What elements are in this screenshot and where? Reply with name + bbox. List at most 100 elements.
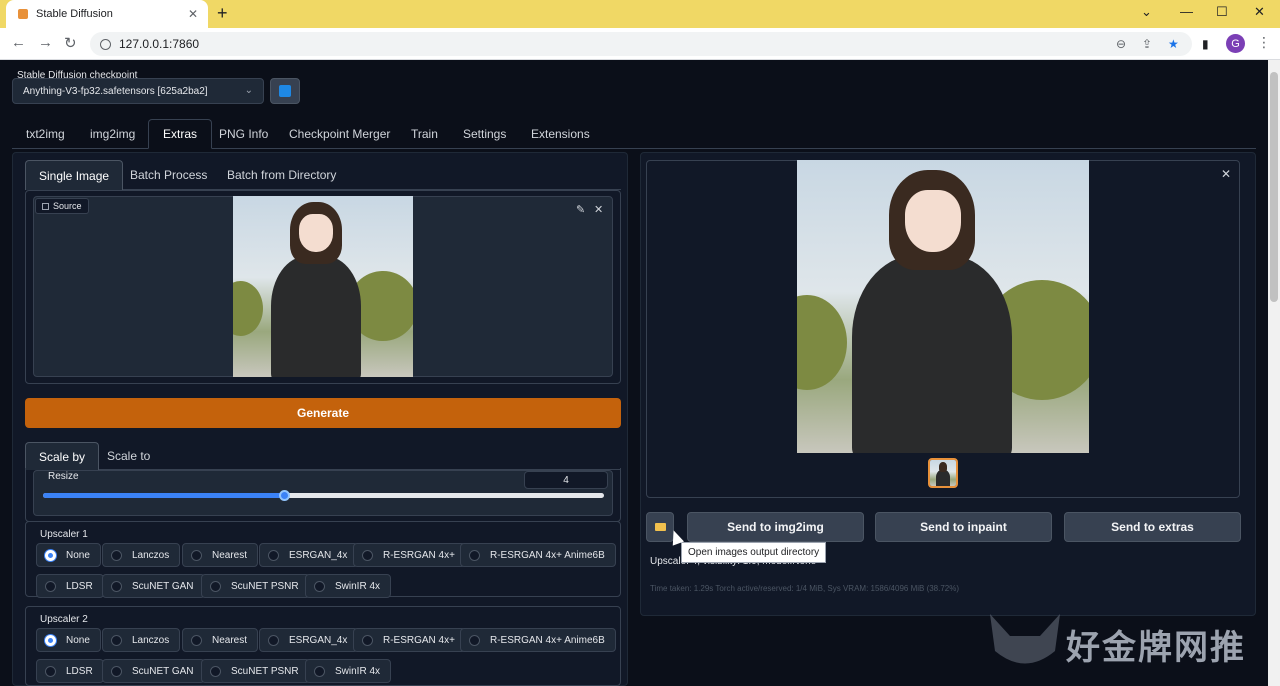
- tab-search-icon[interactable]: ⌄: [1141, 4, 1152, 20]
- tab-extras[interactable]: Extras: [148, 119, 213, 149]
- close-tab-icon[interactable]: ✕: [188, 7, 198, 21]
- upscaler-1-option[interactable]: None: [36, 543, 101, 567]
- radio-icon: [268, 549, 279, 561]
- tab-checkpoint-merger[interactable]: Checkpoint Merger: [275, 119, 404, 149]
- tab-batch-process[interactable]: Batch Process: [117, 160, 220, 190]
- checkpoint-select[interactable]: Anything-V3-fp32.safetensors [625a2ba2] …: [12, 78, 264, 104]
- checkpoint-value: Anything-V3-fp32.safetensors [625a2ba2]: [23, 85, 208, 97]
- tab-png-info[interactable]: PNG Info: [205, 119, 282, 149]
- maximize-icon[interactable]: ☐: [1216, 4, 1228, 20]
- scale-tabs: Scale by Scale to: [25, 442, 621, 470]
- upscaler-2-option[interactable]: Nearest: [182, 628, 259, 652]
- upscaler-1-option[interactable]: R-ESRGAN 4x+: [353, 543, 466, 567]
- side-panel-icon[interactable]: ▮: [1202, 37, 1209, 51]
- send-to-img2img-button[interactable]: Send to img2img: [687, 512, 864, 542]
- radio-icon: [111, 665, 122, 677]
- source-label: Source: [35, 198, 89, 214]
- new-tab-icon[interactable]: +: [217, 3, 228, 24]
- upscaler-2-option[interactable]: None: [36, 628, 101, 652]
- upscaler-1-option[interactable]: Nearest: [182, 543, 259, 567]
- radio-icon: [45, 580, 56, 592]
- option-label: SwinIR 4x: [335, 665, 381, 677]
- resize-number-input[interactable]: 4: [524, 471, 608, 489]
- upscaler-2-option[interactable]: SwinIR 4x: [305, 659, 392, 683]
- image-icon: [42, 202, 49, 210]
- folder-icon: [654, 523, 666, 531]
- option-label: ESRGAN_4x: [289, 549, 348, 561]
- browser-tab[interactable]: Stable Diffusion ✕: [6, 0, 208, 28]
- close-window-icon[interactable]: ✕: [1254, 4, 1265, 20]
- tab-batch-from-directory[interactable]: Batch from Directory: [214, 160, 349, 190]
- site-info-icon[interactable]: [100, 38, 111, 50]
- upscaler-1-option[interactable]: ScuNET GAN: [102, 574, 205, 598]
- send-to-extras-button[interactable]: Send to extras: [1064, 512, 1241, 542]
- option-label: SwinIR 4x: [335, 580, 381, 592]
- upscaler-2-option[interactable]: ScuNET PSNR: [201, 659, 310, 683]
- refresh-checkpoints-button[interactable]: [270, 78, 300, 104]
- generate-button[interactable]: Generate: [25, 398, 621, 428]
- main-tabs: txt2img img2img Extras PNG Info Checkpoi…: [12, 119, 1256, 149]
- upscaler-2-option[interactable]: LDSR: [36, 659, 104, 683]
- extras-sub-tabs: Single Image Batch Process Batch from Di…: [25, 160, 621, 190]
- radio-icon: [314, 580, 325, 592]
- minimize-icon[interactable]: —: [1180, 4, 1193, 19]
- upscaler-1-option[interactable]: R-ESRGAN 4x+ Anime6B: [460, 543, 616, 567]
- forward-icon[interactable]: →: [38, 34, 53, 51]
- url-input[interactable]: 127.0.0.1:7860: [90, 32, 1192, 56]
- radio-icon: [210, 665, 221, 677]
- option-label: Lanczos: [132, 634, 170, 646]
- radio-icon: [314, 665, 325, 677]
- radio-icon: [268, 634, 279, 646]
- tab-scale-by[interactable]: Scale by: [25, 442, 100, 470]
- upscaler-2-option[interactable]: R-ESRGAN 4x+: [353, 628, 466, 652]
- bookmark-star-icon[interactable]: ★: [1168, 37, 1179, 51]
- option-label: ScuNET GAN: [132, 665, 194, 677]
- option-label: LDSR: [66, 580, 93, 592]
- tab-settings[interactable]: Settings: [449, 119, 520, 149]
- close-gallery-icon[interactable]: ✕: [1221, 167, 1231, 181]
- tab-txt2img[interactable]: txt2img: [12, 119, 79, 149]
- output-thumbnail[interactable]: [928, 458, 958, 488]
- scroll-thumb[interactable]: [1270, 72, 1278, 302]
- radio-icon: [111, 634, 122, 646]
- resize-slider[interactable]: [43, 493, 604, 498]
- resize-label: Resize: [48, 471, 79, 482]
- upscaler-1-option[interactable]: SwinIR 4x: [305, 574, 392, 598]
- upscaler-1-option[interactable]: Lanczos: [102, 543, 181, 567]
- cat-logo-icon: [990, 614, 1060, 664]
- upscaler-2-label: Upscaler 2: [40, 614, 88, 625]
- upscaler-2-option[interactable]: Lanczos: [102, 628, 181, 652]
- vertical-scrollbar[interactable]: [1268, 60, 1280, 686]
- refresh-icon: [279, 85, 291, 97]
- tab-img2img[interactable]: img2img: [76, 119, 149, 149]
- radio-icon: [362, 549, 373, 561]
- option-label: ScuNET GAN: [132, 580, 194, 592]
- send-to-inpaint-button[interactable]: Send to inpaint: [875, 512, 1052, 542]
- upscaler-2-option[interactable]: R-ESRGAN 4x+ Anime6B: [460, 628, 616, 652]
- url-text: 127.0.0.1:7860: [119, 37, 200, 51]
- browser-menu-icon[interactable]: ⋮: [1257, 34, 1271, 51]
- avatar[interactable]: G: [1226, 34, 1245, 53]
- output-image[interactable]: [797, 160, 1089, 453]
- share-icon[interactable]: ⇪: [1142, 37, 1152, 51]
- tab-extensions[interactable]: Extensions: [517, 119, 604, 149]
- upscaler-1-option[interactable]: LDSR: [36, 574, 104, 598]
- tab-single-image[interactable]: Single Image: [25, 160, 124, 190]
- upscaler-1-option[interactable]: ScuNET PSNR: [201, 574, 310, 598]
- radio-icon: [45, 665, 56, 677]
- clear-image-icon[interactable]: ✕: [594, 203, 603, 216]
- back-icon[interactable]: ←: [11, 34, 26, 51]
- radio-icon: [469, 549, 480, 561]
- upscaler-2-option[interactable]: ScuNET GAN: [102, 659, 205, 683]
- radio-icon: [191, 634, 202, 646]
- reload-icon[interactable]: ↻: [64, 34, 77, 52]
- option-label: ScuNET PSNR: [231, 580, 299, 592]
- zoom-icon[interactable]: ⊖: [1116, 37, 1126, 51]
- tab-scale-to[interactable]: Scale to: [94, 442, 163, 470]
- option-label: ESRGAN_4x: [289, 634, 348, 646]
- upscaler-2-option[interactable]: ESRGAN_4x: [259, 628, 359, 652]
- option-label: Nearest: [212, 549, 248, 561]
- upscaler-1-option[interactable]: ESRGAN_4x: [259, 543, 359, 567]
- edit-icon[interactable]: ✎: [576, 203, 585, 216]
- tab-train[interactable]: Train: [397, 119, 452, 149]
